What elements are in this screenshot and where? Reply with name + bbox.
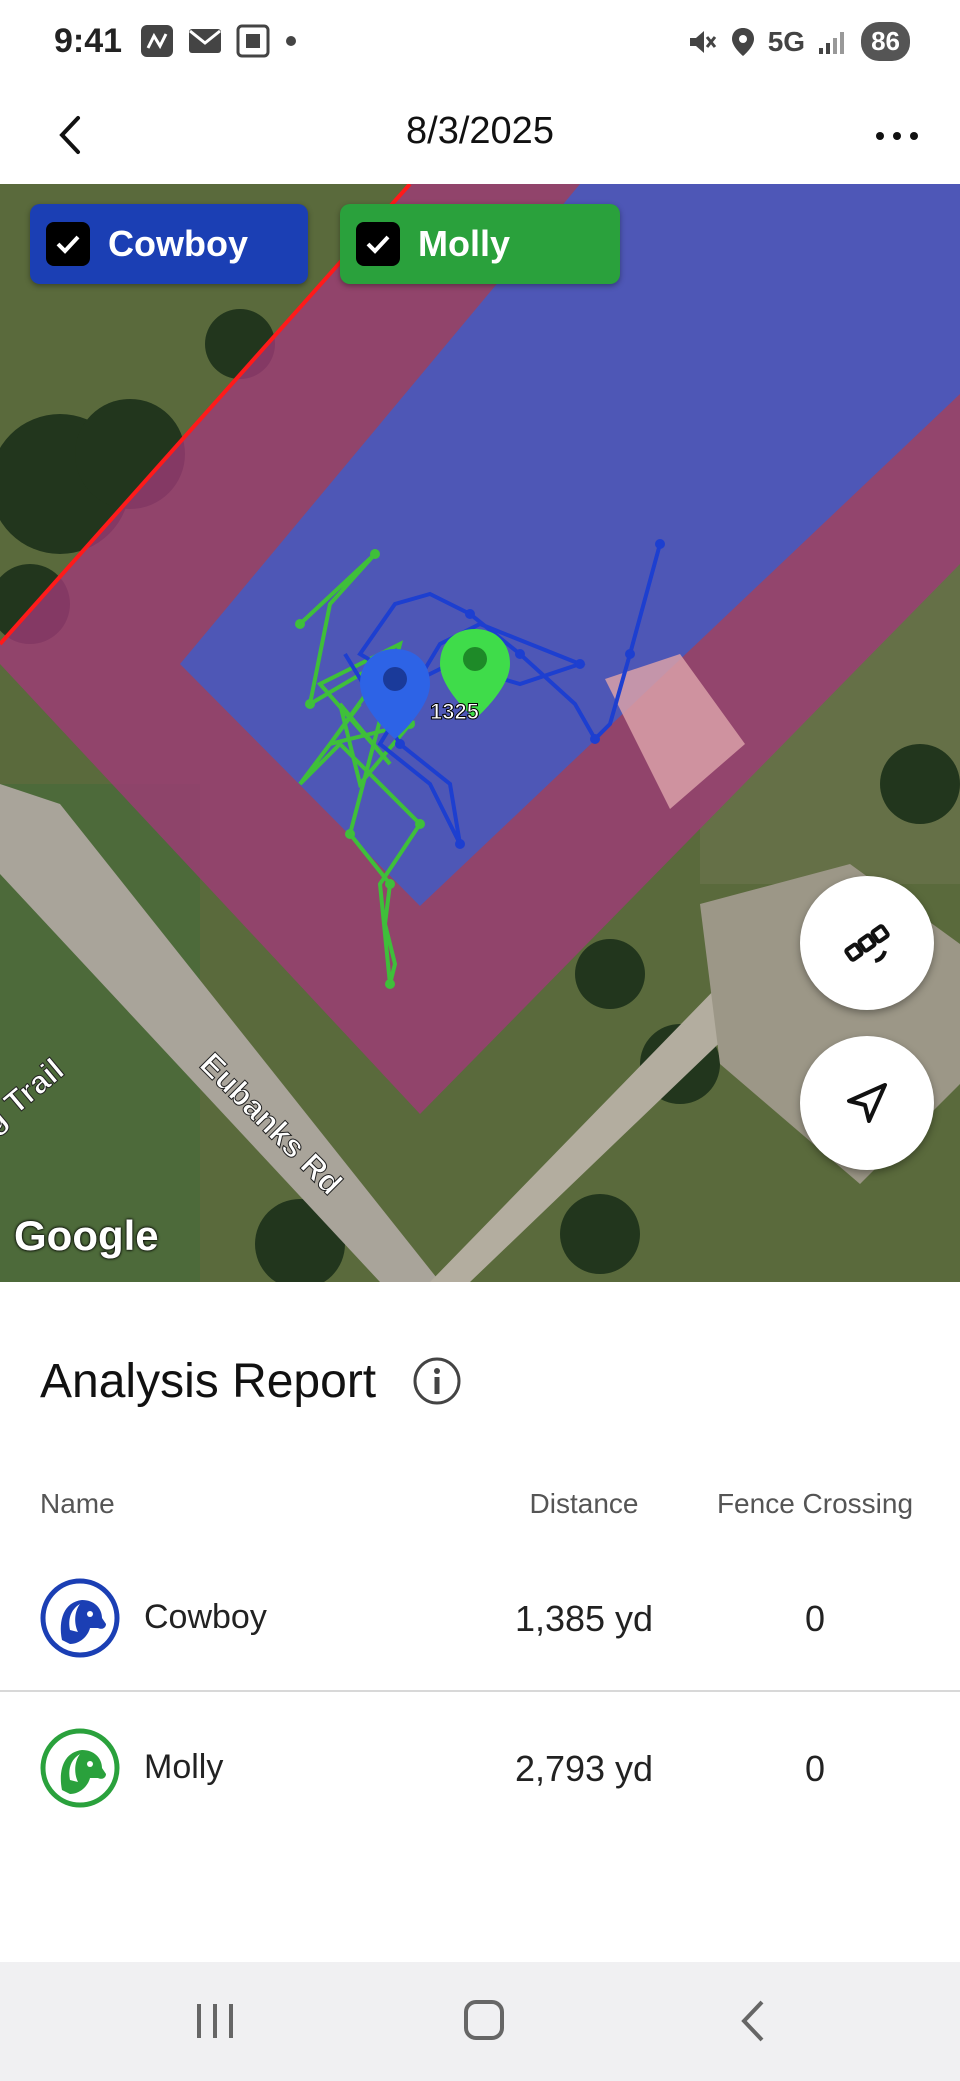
- battery-level: 86: [861, 22, 910, 61]
- app-bar: 8/3/2025: [0, 86, 960, 184]
- status-time: 9:41: [54, 22, 123, 60]
- filter-chip-molly[interactable]: Molly: [340, 204, 620, 284]
- system-icons: 5G 86: [686, 22, 910, 61]
- column-header-distance: Distance: [529, 1488, 639, 1519]
- status-bar: 9:41 5G 86: [0, 0, 960, 86]
- system-nav-bar: [0, 1962, 960, 2081]
- navigation-arrow-icon: [847, 1083, 887, 1123]
- column-header-name: Name: [40, 1488, 115, 1519]
- network-type: 5G: [767, 25, 806, 57]
- pet-fence-crossing: 0: [804, 1598, 826, 1639]
- dog-avatar-icon: [40, 1578, 120, 1658]
- my-location-button[interactable]: [800, 1036, 934, 1170]
- map-attribution: Google: [14, 1212, 159, 1259]
- chip-label-cowboy: Cowboy: [108, 223, 248, 264]
- mute-icon: [689, 30, 716, 53]
- checkbox-checked-icon[interactable]: [46, 222, 90, 266]
- screenshot-icon: [236, 24, 270, 58]
- info-icon[interactable]: [412, 1356, 462, 1406]
- recent-apps-icon[interactable]: [185, 1996, 245, 2046]
- dot-icon: [286, 36, 296, 46]
- dog-avatar-icon: [40, 1728, 120, 1808]
- page-title: 8/3/2025: [406, 110, 554, 152]
- pet-name: Molly: [144, 1748, 224, 1786]
- table-row[interactable]: Cowboy 1,385 yd 0: [0, 1542, 960, 1690]
- back-nav-icon[interactable]: [724, 1996, 784, 2046]
- analysis-report: Analysis Report Name Distance Fence Cros…: [0, 1282, 960, 1962]
- report-title: Analysis Report: [40, 1355, 377, 1408]
- satellite-icon: [844, 924, 890, 963]
- chip-label-molly: Molly: [418, 223, 511, 264]
- pet-fence-crossing: 0: [804, 1748, 826, 1789]
- notification-icons: [140, 24, 298, 58]
- signal-icon: [819, 31, 845, 54]
- marker-label: 1325: [430, 699, 479, 724]
- mail-icon: [189, 29, 221, 53]
- table-row[interactable]: Molly 2,793 yd 0: [0, 1692, 960, 1840]
- table-row[interactable]: [0, 1822, 960, 1970]
- checkbox-checked-icon[interactable]: [356, 222, 400, 266]
- satellite-view-button[interactable]: [800, 876, 934, 1010]
- more-options-icon[interactable]: [872, 116, 922, 156]
- filter-chip-cowboy[interactable]: Cowboy: [30, 204, 308, 284]
- location-icon: [731, 27, 754, 56]
- pet-distance: 2,793 yd: [514, 1748, 654, 1789]
- home-icon[interactable]: [454, 1996, 514, 2046]
- column-header-fence: Fence Crossing: [716, 1488, 914, 1519]
- pet-distance: 1,385 yd: [514, 1598, 654, 1639]
- app-notification-icon: [141, 25, 173, 57]
- pet-name: Cowboy: [144, 1598, 267, 1636]
